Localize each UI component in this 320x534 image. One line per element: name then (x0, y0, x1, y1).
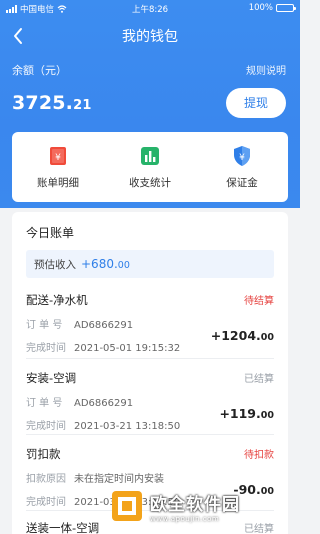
stats-icon (141, 146, 159, 165)
shortcut-deposit[interactable]: ¥ 保证金 (202, 145, 282, 190)
bill-entry[interactable]: 安装-空调 已结算 订 单 号 AD6866291 完成时间 2021-03-21 … (26, 370, 274, 432)
shortcut-panel: ¥ 账单明细 收支统计 ¥ 保证金 (12, 132, 288, 202)
nav-bar: 我的钱包 (0, 18, 300, 54)
page-title: 我的钱包 (122, 29, 178, 45)
shortcut-stats[interactable]: 收支统计 (110, 145, 190, 190)
status-bar: 中国电信 上午8:26 100% (0, 0, 300, 18)
entry-amount: +119.00 (219, 406, 274, 421)
watermark-logo-icon (112, 491, 142, 521)
balance-amount-dec: 21 (73, 98, 92, 113)
entry-title: 配送-净水机 (26, 293, 88, 307)
today-bill-title: 今日账单 (26, 226, 75, 240)
watermark-title: 欧全软件园 (150, 494, 240, 515)
estimate-value: +680.00 (81, 257, 130, 271)
entry-title: 安装-空调 (26, 371, 77, 385)
shield-yen-icon: ¥ (234, 145, 250, 166)
entry-status: 待扣款 (244, 450, 274, 461)
divider (26, 434, 274, 435)
estimate-label: 预估收入 (34, 259, 76, 271)
battery-icon (276, 4, 296, 12)
rules-link[interactable]: 规则说明 (246, 62, 286, 77)
entry-status: 已结算 (244, 374, 274, 385)
balance-amount-int: 3725. (12, 92, 74, 114)
bill-entry[interactable]: 配送-净水机 待结算 订 单 号 AD6866291 完成时间 2021-05-01… (26, 292, 274, 354)
estimate-int: +680. (81, 257, 118, 271)
shortcut-bill-detail[interactable]: ¥ 账单明细 (18, 145, 98, 190)
estimated-income: 预估收入 +680.00 (26, 250, 274, 278)
divider (26, 358, 274, 359)
withdraw-button[interactable]: 提现 (226, 88, 286, 118)
entry-title: 罚扣款 (26, 447, 61, 461)
shortcut-label: 账单明细 (37, 176, 79, 189)
shortcut-label: 保证金 (226, 176, 258, 189)
entry-amount: +1204.00 (210, 328, 274, 343)
entry-status: 待结算 (244, 296, 274, 307)
estimate-dec: 00 (117, 260, 130, 271)
svg-text:¥: ¥ (239, 153, 245, 163)
battery-percent: 100% (248, 3, 273, 13)
watermark-subtitle: www.apoujin.com (150, 514, 220, 523)
balance-amount: 3725.21 (12, 92, 92, 114)
svg-text:¥: ¥ (55, 153, 61, 163)
balance-label: 余额（元） (12, 64, 67, 77)
bill-detail-icon: ¥ (50, 146, 66, 165)
shortcut-label: 收支统计 (129, 176, 171, 189)
watermark: 欧全软件园 www.apoujin.com (110, 484, 290, 528)
